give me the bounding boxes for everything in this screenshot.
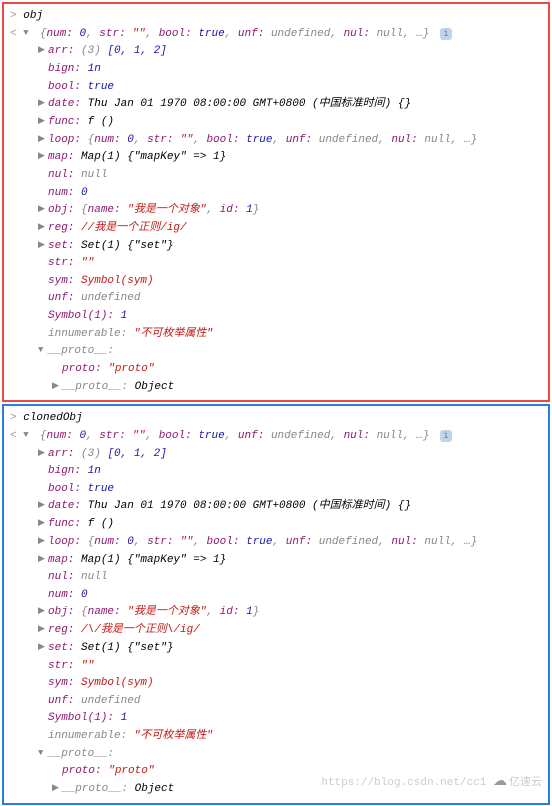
info-icon[interactable]: i <box>440 430 452 442</box>
prop-unf: unf: undefined <box>10 290 542 308</box>
prop-symbol1: Symbol(1): 1 <box>10 308 542 326</box>
prop-obj[interactable]: obj: {name: "我是一个对象", id: 1} <box>10 202 542 220</box>
expand-icon[interactable] <box>38 746 48 760</box>
prop-proto[interactable]: __proto__: <box>10 343 542 361</box>
expand-icon[interactable] <box>52 781 62 795</box>
expand-icon[interactable] <box>38 132 48 146</box>
output-icon: < <box>10 28 17 40</box>
info-icon[interactable]: i <box>440 28 452 40</box>
expand-icon[interactable] <box>38 43 48 57</box>
prop-unf: unf: undefined <box>10 693 542 711</box>
prop-nul: nul: null <box>10 569 542 587</box>
object-summary[interactable]: < {num: 0, str: "", bool: true, unf: und… <box>10 428 542 446</box>
prop-arr[interactable]: arr: (3) [0, 1, 2] <box>10 43 542 61</box>
prop-str: str: "" <box>10 658 542 676</box>
watermark-brand: 亿速云 <box>509 777 542 789</box>
expand-icon[interactable] <box>38 96 48 110</box>
expand-icon[interactable] <box>38 498 48 512</box>
prop-func[interactable]: func: f () <box>10 516 542 534</box>
expand-icon[interactable] <box>38 220 48 234</box>
prompt-icon: > <box>10 10 17 22</box>
prop-date[interactable]: date: Thu Jan 01 1970 08:00:00 GMT+0800 … <box>10 498 542 516</box>
prop-loop[interactable]: loop: {num: 0, str: "", bool: true, unf:… <box>10 534 542 552</box>
prop-num: num: 0 <box>10 587 542 605</box>
prop-reg[interactable]: reg: //我是一个正则/ig/ <box>10 220 542 238</box>
expand-icon[interactable] <box>38 552 48 566</box>
prop-map[interactable]: map: Map(1) {"mapKey" => 1} <box>10 149 542 167</box>
prop-reg[interactable]: reg: /\/我是一个正则\/ig/ <box>10 622 542 640</box>
prop-proto-key: proto: "proto" <box>10 361 542 379</box>
expand-icon[interactable] <box>38 640 48 654</box>
expand-icon[interactable] <box>38 534 48 548</box>
expand-icon[interactable] <box>38 516 48 530</box>
expand-icon[interactable] <box>38 149 48 163</box>
expand-icon[interactable] <box>23 428 33 442</box>
expand-icon[interactable] <box>38 202 48 216</box>
prop-obj[interactable]: obj: {name: "我是一个对象", id: 1} <box>10 604 542 622</box>
expand-icon[interactable] <box>38 604 48 618</box>
prop-set[interactable]: set: Set(1) {"set"} <box>10 238 542 256</box>
expand-icon[interactable] <box>38 622 48 636</box>
expand-icon[interactable] <box>38 114 48 128</box>
expand-icon[interactable] <box>38 446 48 460</box>
prop-nul: nul: null <box>10 167 542 185</box>
input-expr: obj <box>23 10 43 22</box>
prop-set[interactable]: set: Set(1) {"set"} <box>10 640 542 658</box>
prop-loop[interactable]: loop: {num: 0, str: "", bool: true, unf:… <box>10 132 542 150</box>
cloud-icon: ☁ <box>493 773 507 790</box>
expand-icon[interactable] <box>23 26 33 40</box>
prop-sym: sym: Symbol(sym) <box>10 273 542 291</box>
prop-num: num: 0 <box>10 185 542 203</box>
prop-arr[interactable]: arr: (3) [0, 1, 2] <box>10 446 542 464</box>
prop-map[interactable]: map: Map(1) {"mapKey" => 1} <box>10 552 542 570</box>
expand-icon[interactable] <box>38 343 48 357</box>
object-summary[interactable]: < {num: 0, str: "", bool: true, unf: und… <box>10 26 542 44</box>
watermark-url: https://blog.csdn.net/cc1 <box>321 777 486 789</box>
prop-proto[interactable]: __proto__: <box>10 746 542 764</box>
prop-date[interactable]: date: Thu Jan 01 1970 08:00:00 GMT+0800 … <box>10 96 542 114</box>
prop-symbol1: Symbol(1): 1 <box>10 710 542 728</box>
prop-bool: bool: true <box>10 79 542 97</box>
prop-bign: bign: 1n <box>10 61 542 79</box>
prop-bign: bign: 1n <box>10 463 542 481</box>
prop-proto-obj[interactable]: __proto__: Object <box>10 379 542 397</box>
expand-icon[interactable] <box>52 379 62 393</box>
watermark: https://blog.csdn.net/cc1 ☁亿速云 <box>321 773 542 790</box>
prop-innumerable: innumerable: "不可枚举属性" <box>10 326 542 344</box>
console-input-line: > obj <box>10 8 542 26</box>
console-panel-clonedobj: > clonedObj < {num: 0, str: "", bool: tr… <box>2 404 550 804</box>
prop-bool: bool: true <box>10 481 542 499</box>
prop-func[interactable]: func: f () <box>10 114 542 132</box>
prop-str: str: "" <box>10 255 542 273</box>
console-input-line: > clonedObj <box>10 410 542 428</box>
output-icon: < <box>10 430 17 442</box>
prompt-icon: > <box>10 412 17 424</box>
console-panel-obj: > obj < {num: 0, str: "", bool: true, un… <box>2 2 550 402</box>
input-expr: clonedObj <box>23 412 82 424</box>
expand-icon[interactable] <box>38 238 48 252</box>
prop-innumerable: innumerable: "不可枚举属性" <box>10 728 542 746</box>
prop-sym: sym: Symbol(sym) <box>10 675 542 693</box>
